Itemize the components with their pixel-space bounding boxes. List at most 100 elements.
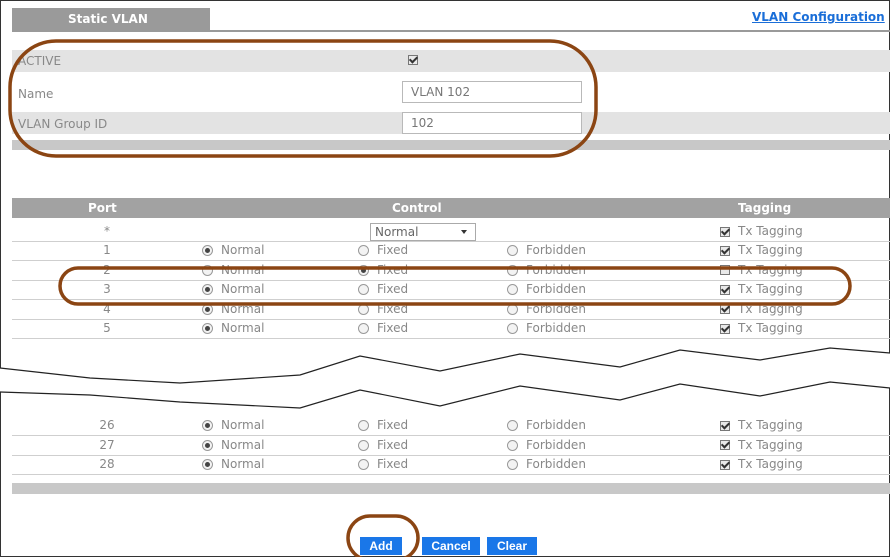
- forbidden-label: Forbidden: [526, 321, 586, 335]
- forbidden-radio[interactable]: [507, 303, 518, 315]
- tagging-checkbox[interactable]: [720, 226, 730, 237]
- forbidden-radio[interactable]: [507, 264, 518, 276]
- control-option-forbidden[interactable]: Forbidden: [507, 243, 586, 257]
- table-row: 3 Normal Fixed Forbidden Tx Tagging: [12, 280, 890, 300]
- control-option-fixed[interactable]: Fixed: [358, 438, 408, 452]
- control-option-fixed[interactable]: Fixed: [358, 263, 408, 277]
- tagging-checkbox[interactable]: [720, 304, 730, 314]
- forbidden-radio[interactable]: [507, 420, 518, 431]
- control-option-forbidden[interactable]: Forbidden: [507, 282, 586, 296]
- tagging-checkbox[interactable]: [720, 265, 730, 275]
- control-option-fixed[interactable]: Fixed: [358, 418, 408, 432]
- tagging-option[interactable]: Tx Tagging: [720, 282, 803, 296]
- control-option-normal[interactable]: Normal: [202, 321, 264, 335]
- fixed-radio[interactable]: [358, 323, 369, 334]
- normal-radio[interactable]: [202, 459, 213, 470]
- normal-radio[interactable]: [202, 323, 213, 334]
- control-option-normal[interactable]: Normal: [202, 302, 264, 316]
- normal-radio[interactable]: [202, 420, 213, 431]
- port-cell: *: [104, 224, 110, 238]
- control-option-forbidden[interactable]: Forbidden: [507, 321, 586, 335]
- tagging-option[interactable]: Tx Tagging: [720, 263, 803, 277]
- col-tagging-header: Tagging: [738, 201, 792, 215]
- tagging-option[interactable]: Tx Tagging: [720, 302, 803, 316]
- tagging-checkbox[interactable]: [720, 284, 730, 295]
- forbidden-radio[interactable]: [507, 459, 518, 470]
- control-option-fixed[interactable]: Fixed: [358, 302, 408, 316]
- tagging-option[interactable]: Tx Tagging: [720, 438, 803, 452]
- normal-radio[interactable]: [202, 245, 213, 256]
- fixed-label: Fixed: [377, 321, 409, 335]
- tagging-checkbox[interactable]: [720, 420, 730, 431]
- control-option-fixed[interactable]: Fixed: [358, 243, 408, 257]
- control-option-normal[interactable]: Normal: [202, 438, 264, 452]
- control-option-fixed[interactable]: Fixed: [358, 282, 408, 296]
- normal-label: Normal: [221, 243, 265, 257]
- group-id-input[interactable]: 102: [402, 112, 582, 134]
- fixed-radio[interactable]: [358, 420, 369, 431]
- fixed-label: Fixed: [377, 243, 409, 257]
- fixed-radio[interactable]: [358, 264, 369, 276]
- group-id-label: VLAN Group ID: [18, 117, 108, 131]
- control-select-value: Normal: [375, 225, 419, 239]
- control-option-normal[interactable]: Normal: [202, 263, 264, 277]
- fixed-radio[interactable]: [358, 303, 369, 315]
- control-option-fixed[interactable]: Fixed: [358, 457, 408, 471]
- table-row: 1 Normal Fixed Forbidden Tx Tagging: [12, 241, 890, 261]
- port-cell: 2: [103, 262, 111, 277]
- fixed-label: Fixed: [377, 301, 409, 316]
- tagging-checkbox[interactable]: [720, 459, 730, 470]
- add-button[interactable]: Add: [360, 537, 402, 555]
- clear-button[interactable]: Clear: [487, 537, 537, 555]
- fixed-radio[interactable]: [358, 439, 369, 451]
- tagging-label: Tx Tagging: [738, 262, 803, 277]
- fixed-radio[interactable]: [358, 459, 369, 470]
- active-checkbox[interactable]: [408, 55, 418, 65]
- control-option-forbidden[interactable]: Forbidden: [507, 438, 586, 452]
- control-option-fixed[interactable]: Fixed: [358, 321, 408, 335]
- control-option-normal[interactable]: Normal: [202, 418, 264, 432]
- fixed-radio[interactable]: [358, 245, 369, 256]
- normal-radio[interactable]: [202, 303, 213, 315]
- tagging-checkbox[interactable]: [720, 245, 730, 256]
- port-cell: 27: [99, 437, 115, 452]
- col-control-header: Control: [392, 201, 442, 215]
- fixed-label: Fixed: [377, 282, 409, 296]
- control-select[interactable]: Normal: [370, 223, 476, 241]
- control-option-normal[interactable]: Normal: [202, 457, 264, 471]
- static-vlan-tab[interactable]: Static VLAN: [12, 8, 210, 30]
- name-input[interactable]: VLAN 102: [402, 81, 582, 103]
- control-option-normal[interactable]: Normal: [202, 243, 264, 257]
- forbidden-radio[interactable]: [507, 245, 518, 256]
- vlan-configuration-link[interactable]: VLAN Configuration: [752, 10, 885, 24]
- normal-radio[interactable]: [202, 284, 213, 295]
- cancel-button[interactable]: Cancel: [422, 537, 480, 555]
- control-option-forbidden[interactable]: Forbidden: [507, 418, 586, 432]
- forbidden-radio[interactable]: [507, 284, 518, 295]
- tagging-option[interactable]: Tx Tagging: [720, 457, 803, 471]
- control-option-forbidden[interactable]: Forbidden: [507, 302, 586, 316]
- forbidden-label: Forbidden: [526, 262, 586, 277]
- tagging-option[interactable]: Tx Tagging: [720, 418, 803, 432]
- forbidden-radio[interactable]: [507, 323, 518, 334]
- tagging-checkbox[interactable]: [720, 440, 730, 450]
- table-row-all: * Normal Tx Tagging: [12, 222, 890, 242]
- normal-radio[interactable]: [202, 439, 213, 451]
- control-option-forbidden[interactable]: Forbidden: [507, 263, 586, 277]
- tagging-option[interactable]: Tx Tagging: [720, 224, 803, 238]
- normal-radio[interactable]: [202, 264, 213, 276]
- normal-label: Normal: [221, 437, 265, 452]
- control-option-normal[interactable]: Normal: [202, 282, 264, 296]
- col-port-header: Port: [88, 201, 117, 215]
- tagging-option[interactable]: Tx Tagging: [720, 243, 803, 257]
- control-option-forbidden[interactable]: Forbidden: [507, 457, 586, 471]
- table-row: 4 Normal Fixed Forbidden Tx Tagging: [12, 300, 890, 320]
- table-row: 2 Normal Fixed Forbidden Tx Tagging: [12, 261, 890, 281]
- tagging-checkbox[interactable]: [720, 323, 730, 334]
- tagging-label: Tx Tagging: [738, 224, 803, 238]
- tagging-label: Tx Tagging: [738, 243, 803, 257]
- fixed-radio[interactable]: [358, 284, 369, 295]
- forbidden-radio[interactable]: [507, 439, 518, 451]
- tagging-option[interactable]: Tx Tagging: [720, 321, 803, 335]
- tagging-label: Tx Tagging: [738, 282, 803, 296]
